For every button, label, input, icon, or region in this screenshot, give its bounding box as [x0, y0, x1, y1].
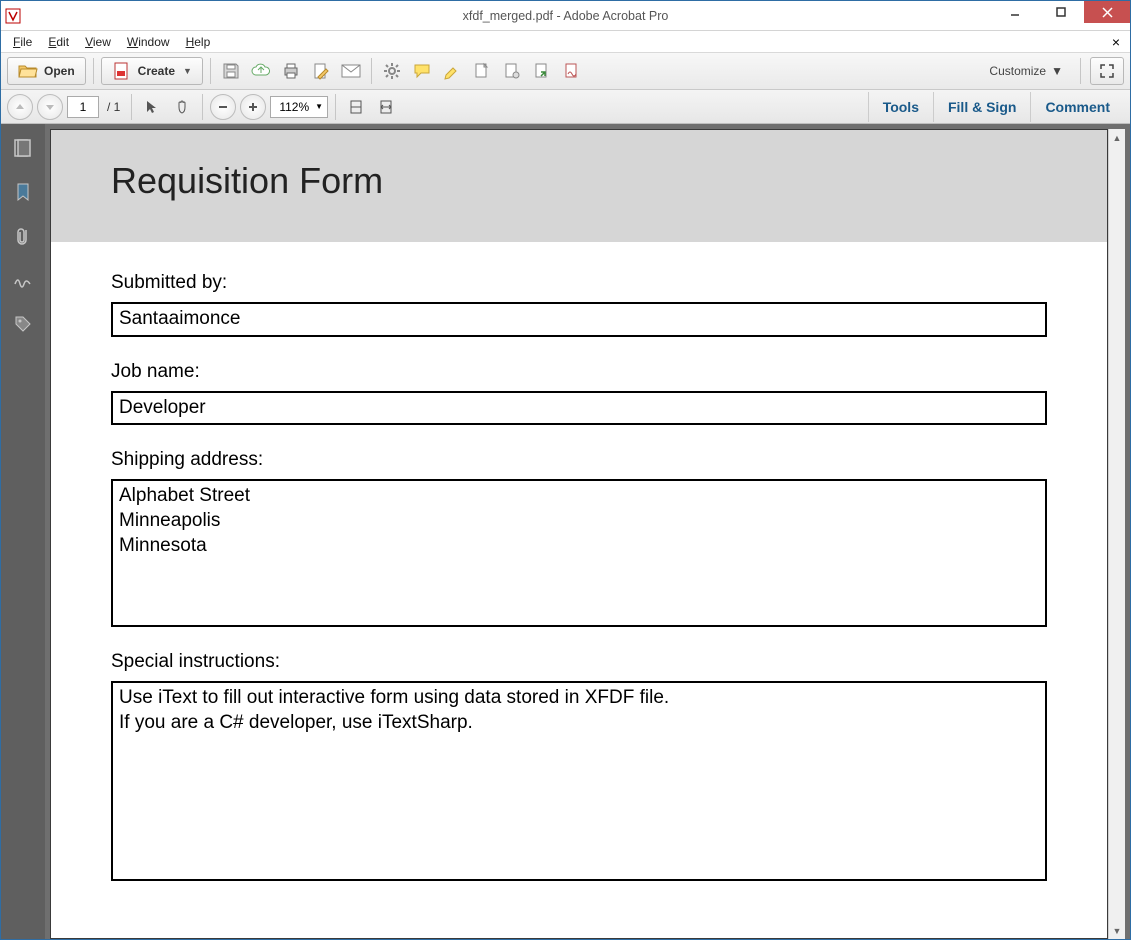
job-name-label: Job name: — [111, 361, 1047, 383]
page-up-button[interactable] — [7, 94, 33, 120]
tools-panel-tab[interactable]: Tools — [868, 92, 933, 122]
sign-doc-button[interactable] — [559, 58, 585, 84]
fit-page-icon — [346, 97, 366, 117]
menu-edit[interactable]: Edit — [40, 33, 77, 51]
create-label: Create — [138, 64, 175, 78]
page-down-button[interactable] — [37, 94, 63, 120]
menu-window[interactable]: Window — [119, 33, 178, 51]
gear-icon — [382, 61, 402, 81]
zoom-dropdown[interactable]: 112% ▼ — [270, 96, 328, 118]
scroll-down-icon[interactable]: ▼ — [1109, 922, 1125, 939]
customize-button[interactable]: Customize ▼ — [981, 60, 1071, 82]
navigation-pane — [1, 124, 45, 939]
zoom-in-button[interactable] — [240, 94, 266, 120]
submitted-by-label: Submitted by: — [111, 272, 1047, 294]
sign-doc-icon — [562, 61, 582, 81]
attachments-icon[interactable] — [11, 224, 35, 248]
titlebar: xfdf_merged.pdf - Adobe Acrobat Pro — [1, 1, 1130, 31]
submitted-by-field[interactable]: Santaaimonce — [111, 302, 1047, 337]
dropdown-caret-icon: ▼ — [183, 66, 192, 76]
special-instructions-label: Special instructions: — [111, 651, 1047, 673]
document-body: Submitted by: Santaaimonce Job name: Dev… — [51, 242, 1107, 935]
attach-button[interactable] — [499, 58, 525, 84]
plus-icon — [246, 100, 260, 114]
tags-icon[interactable] — [11, 312, 35, 336]
create-pdf-icon — [112, 61, 132, 81]
highlight-icon — [442, 61, 462, 81]
arrow-down-icon — [44, 101, 56, 113]
bookmarks-icon[interactable] — [11, 180, 35, 204]
print-button[interactable] — [278, 58, 304, 84]
document-viewport: Requisition Form Submitted by: Santaaimo… — [45, 124, 1130, 939]
sticky-note-button[interactable] — [409, 58, 435, 84]
hand-tool-button[interactable] — [169, 94, 195, 120]
dropdown-caret-icon: ▼ — [315, 102, 323, 111]
open-label: Open — [44, 64, 75, 78]
comment-panel-tab[interactable]: Comment — [1030, 92, 1124, 122]
fullscreen-icon — [1097, 61, 1117, 81]
edit-doc-icon — [311, 61, 331, 81]
fit-width-button[interactable] — [373, 94, 399, 120]
customize-label: Customize — [989, 64, 1046, 78]
shipping-address-label: Shipping address: — [111, 449, 1047, 471]
thumbnails-icon[interactable] — [11, 136, 35, 160]
highlight-button[interactable] — [439, 58, 465, 84]
cloud-button[interactable] — [248, 58, 274, 84]
print-icon — [281, 61, 301, 81]
document-page[interactable]: Requisition Form Submitted by: Santaaimo… — [50, 129, 1108, 939]
page-total: / 1 — [103, 100, 124, 114]
job-name-field[interactable]: Developer — [111, 391, 1047, 426]
menu-view[interactable]: View — [77, 33, 119, 51]
close-button[interactable] — [1084, 1, 1130, 23]
hand-icon — [172, 97, 192, 117]
comment-bubble-icon — [412, 61, 432, 81]
arrow-up-icon — [14, 101, 26, 113]
document-close-button[interactable]: × — [1106, 34, 1126, 50]
zoom-value: 112% — [279, 100, 309, 114]
cursor-icon — [142, 97, 162, 117]
vertical-scrollbar[interactable]: ▲ ▼ — [1108, 129, 1125, 939]
fit-page-button[interactable] — [343, 94, 369, 120]
fill-sign-panel-tab[interactable]: Fill & Sign — [933, 92, 1030, 122]
main-toolbar: Open Create ▼ — [1, 53, 1130, 90]
menu-file[interactable]: File — [5, 33, 40, 51]
share-doc-button[interactable] — [529, 58, 555, 84]
folder-open-icon — [18, 61, 38, 81]
fit-width-icon — [376, 97, 396, 117]
scroll-up-icon[interactable]: ▲ — [1109, 129, 1125, 146]
menubar: File Edit View Window Help × — [1, 31, 1130, 53]
main-area: Requisition Form Submitted by: Santaaimo… — [1, 124, 1130, 939]
zoom-out-button[interactable] — [210, 94, 236, 120]
special-instructions-field[interactable]: Use iText to fill out interactive form u… — [111, 681, 1047, 881]
save-button[interactable] — [218, 58, 244, 84]
nav-toolbar: / 1 112% ▼ Tools Fill & Sign Comment — [1, 90, 1130, 124]
document-header: Requisition Form — [51, 130, 1107, 242]
shipping-address-field[interactable]: Alphabet Street Minneapolis Minnesota — [111, 479, 1047, 627]
edit-doc-button[interactable] — [308, 58, 334, 84]
dropdown-caret-icon: ▼ — [1051, 64, 1063, 78]
share-doc-icon — [532, 61, 552, 81]
preferences-button[interactable] — [379, 58, 405, 84]
create-button[interactable]: Create ▼ — [101, 57, 203, 85]
document-title: Requisition Form — [111, 160, 1047, 202]
open-button[interactable]: Open — [7, 57, 86, 85]
menu-help[interactable]: Help — [178, 33, 219, 51]
minimize-button[interactable] — [992, 1, 1038, 23]
page-number-input[interactable] — [67, 96, 99, 118]
window-title: xfdf_merged.pdf - Adobe Acrobat Pro — [1, 9, 1130, 23]
signatures-icon[interactable] — [11, 268, 35, 292]
attach-icon — [502, 61, 522, 81]
email-icon — [341, 61, 361, 81]
fullscreen-button[interactable] — [1090, 57, 1124, 85]
stamp-icon — [472, 61, 492, 81]
email-button[interactable] — [338, 58, 364, 84]
save-icon — [221, 61, 241, 81]
cloud-icon — [251, 61, 271, 81]
stamp-button[interactable] — [469, 58, 495, 84]
maximize-button[interactable] — [1038, 1, 1084, 23]
select-tool-button[interactable] — [139, 94, 165, 120]
app-icon — [1, 8, 25, 24]
minus-icon — [216, 100, 230, 114]
